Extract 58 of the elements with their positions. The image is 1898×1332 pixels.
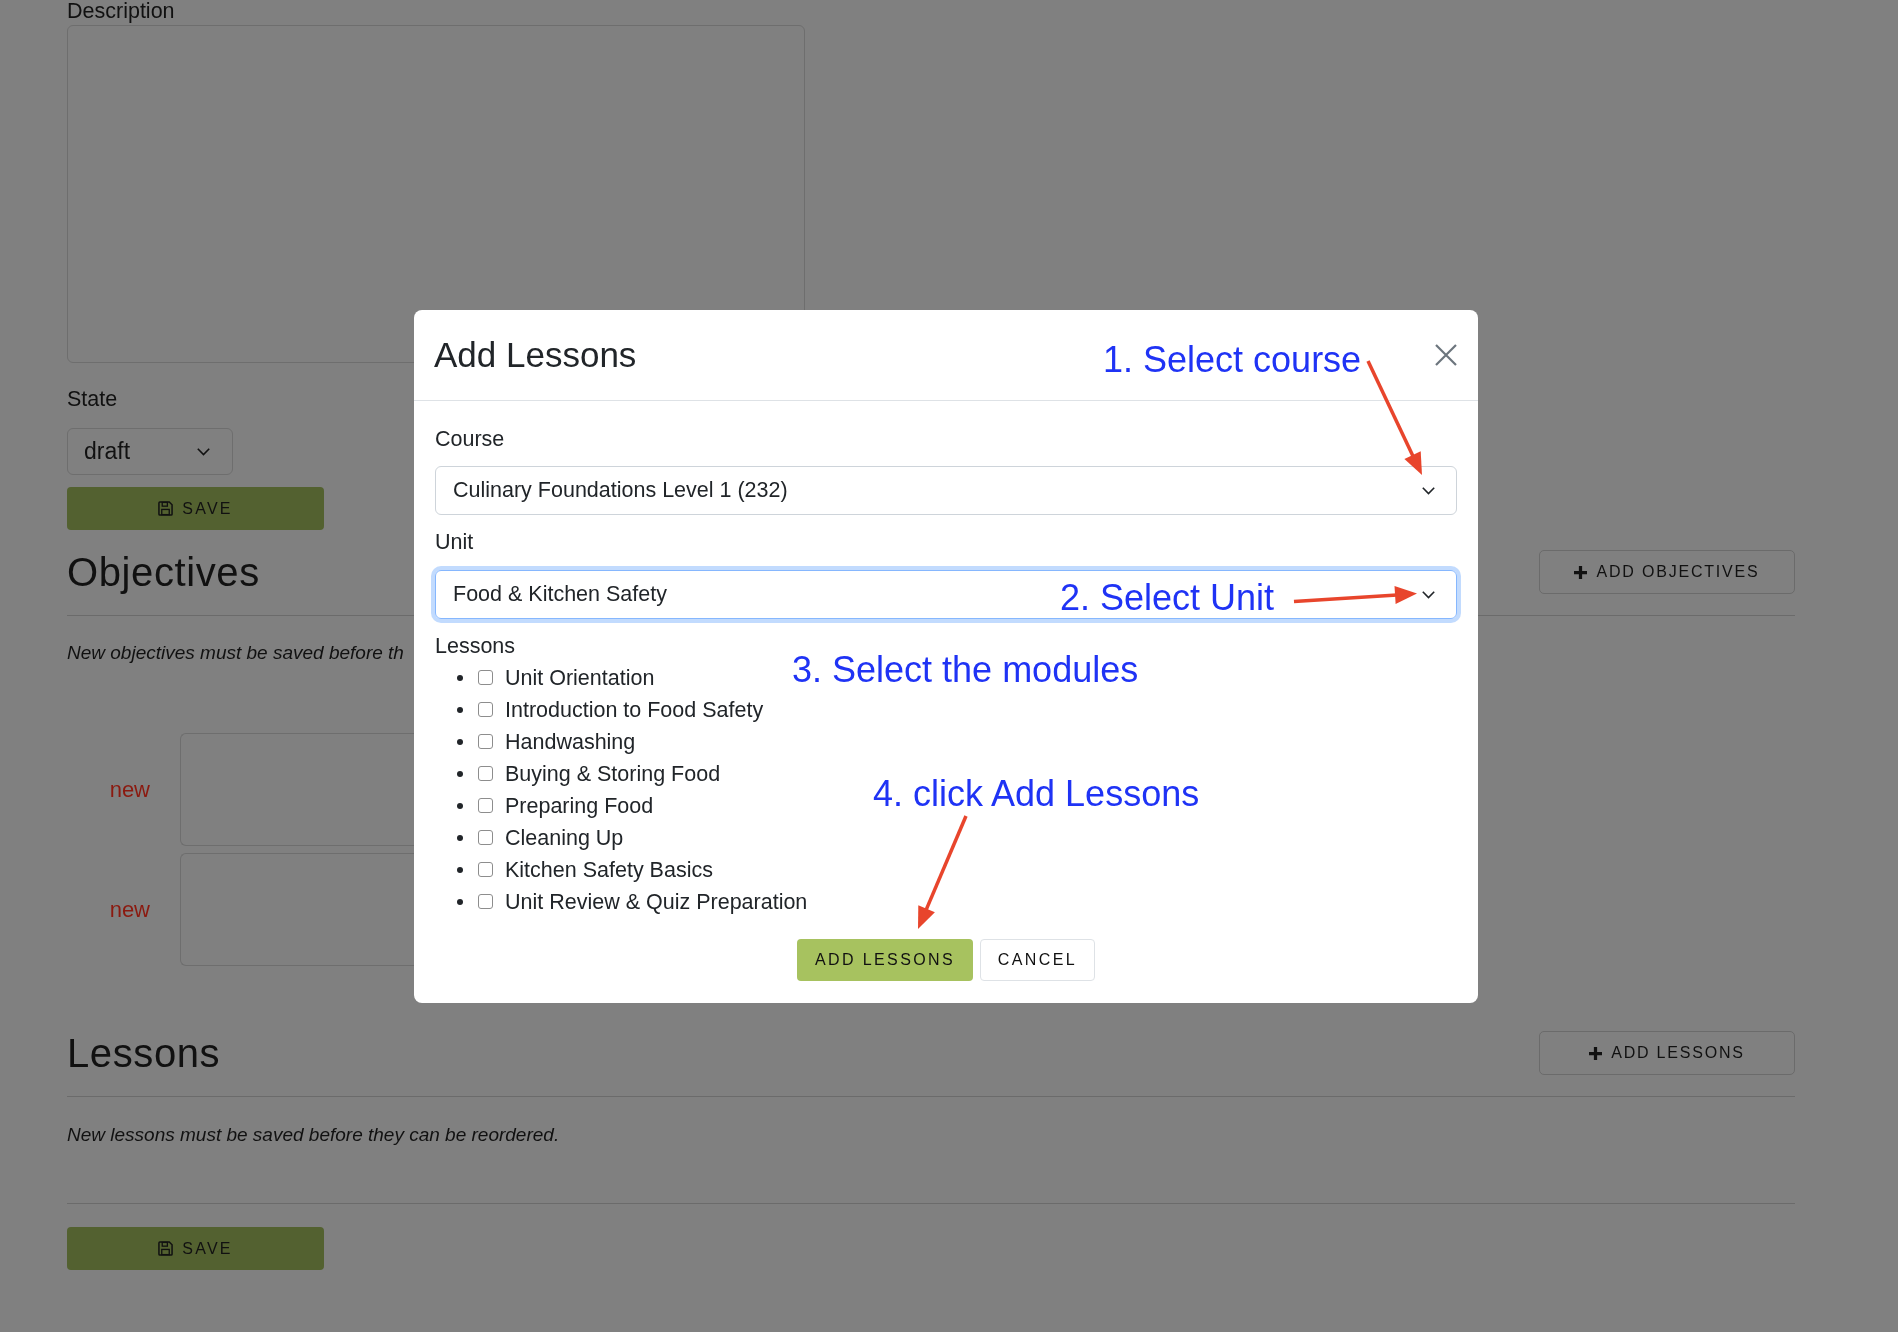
checkbox[interactable] xyxy=(478,861,493,877)
annotation-text: 4. click Add Lessons xyxy=(873,776,1200,812)
plus-icon xyxy=(1589,1046,1603,1060)
checkbox[interactable] xyxy=(478,701,493,717)
lesson-label: Unit Review & Quiz Preparation xyxy=(505,889,808,915)
lesson-label: Introduction to Food Safety xyxy=(505,697,764,723)
chevron-down-icon xyxy=(1422,486,1435,495)
hint-text: New lessons must be saved before they can be reordered. xyxy=(67,1124,560,1146)
hint-text: New objectives must be saved before th xyxy=(67,642,404,664)
close-button[interactable] xyxy=(1435,344,1457,366)
annotation-text: 3. Select the modules xyxy=(792,652,1139,688)
lesson-label: Kitchen Safety Basics xyxy=(505,857,713,883)
field-label: Description xyxy=(67,0,175,22)
add-objectives-button[interactable]: ADD OBJECTIVES xyxy=(1539,550,1795,594)
cancel-button[interactable]: CANCEL xyxy=(980,939,1095,981)
field-label: State xyxy=(67,388,118,410)
lesson-label: Buying & Storing Food xyxy=(505,761,721,787)
bullet-icon xyxy=(457,867,463,873)
bullet-icon xyxy=(457,675,463,681)
bullet-icon xyxy=(457,835,463,841)
lesson-label: Preparing Food xyxy=(505,793,654,819)
checkbox[interactable] xyxy=(478,797,493,813)
status-label: new xyxy=(109,776,150,803)
modal-title: Add Lessons xyxy=(434,335,637,375)
field-label: Lessons xyxy=(435,635,516,657)
close-icon xyxy=(1435,344,1457,366)
save-button[interactable]: SAVE xyxy=(67,1227,324,1270)
add-lessons-button[interactable]: ADD LESSONS xyxy=(1539,1031,1795,1075)
bullet-icon xyxy=(457,899,463,905)
arrow-icon xyxy=(1366,359,1424,477)
arrow-icon xyxy=(1292,584,1419,607)
checkbox[interactable] xyxy=(478,893,493,909)
checkbox[interactable] xyxy=(478,669,493,685)
bullet-icon xyxy=(457,803,463,809)
status-label: new xyxy=(109,896,150,923)
section-heading: Lessons xyxy=(67,1031,221,1075)
add-lessons-button[interactable]: ADD LESSONS xyxy=(797,939,973,981)
plus-icon xyxy=(1574,565,1588,579)
field-label: Unit xyxy=(435,531,474,553)
checkbox[interactable] xyxy=(478,733,493,749)
bullet-icon xyxy=(457,771,463,777)
chevron-down-icon xyxy=(1422,590,1435,599)
bullet-icon xyxy=(457,739,463,745)
section-heading: Objectives xyxy=(67,550,260,594)
lesson-label: Cleaning Up xyxy=(505,825,624,851)
annotation-text: 2. Select Unit xyxy=(1060,580,1275,616)
select-field[interactable]: Culinary Foundations Level 1 (232) xyxy=(435,466,1457,515)
checkbox[interactable] xyxy=(478,765,493,781)
arrow-icon xyxy=(916,814,968,931)
chevron-down-icon xyxy=(197,447,210,456)
lesson-label: Unit Orientation xyxy=(505,665,655,691)
lesson-label: Handwashing xyxy=(505,729,636,755)
bullet-icon xyxy=(457,707,463,713)
select-field[interactable]: draft xyxy=(67,428,233,475)
save-button[interactable]: SAVE xyxy=(67,487,324,530)
checkbox[interactable] xyxy=(478,829,493,845)
field-label: Course xyxy=(435,428,505,450)
annotation-text: 1. Select course xyxy=(1103,342,1362,378)
